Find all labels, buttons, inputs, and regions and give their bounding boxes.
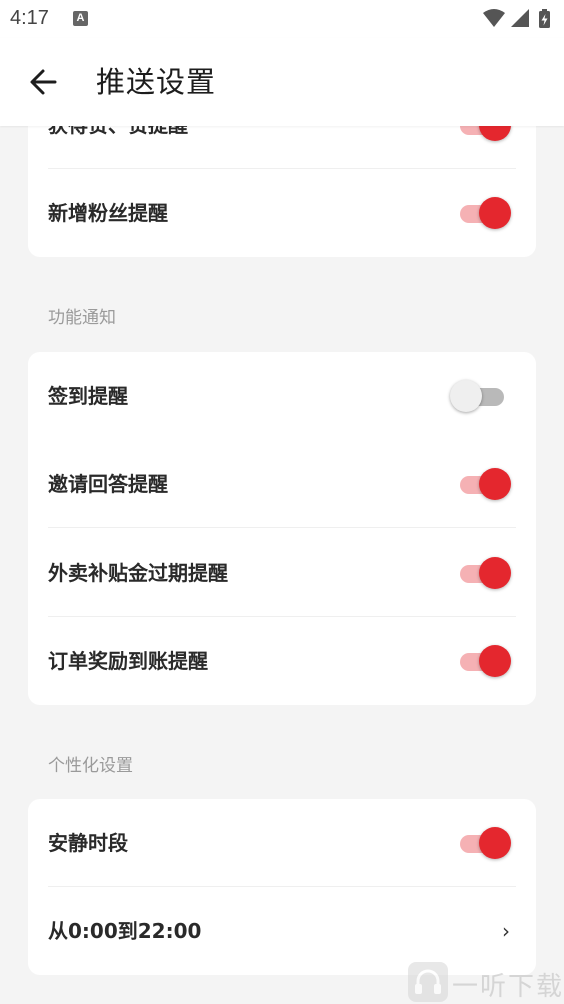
divider [48,527,516,528]
app-bar: 推送设置 [0,38,564,126]
toggle-thumb [479,645,511,677]
toggle-thumb [479,468,511,500]
setting-label: 邀请回答提醒 [48,472,168,496]
arrow-left-icon [30,69,57,95]
quiet-hours-toggle[interactable] [460,827,512,859]
setting-label: 订单奖励到账提醒 [48,649,208,673]
status-time: 4:17 [10,7,49,29]
setting-row-new-followers: 新增粉丝提醒 [28,169,536,257]
toggle-thumb [479,197,511,229]
setting-row-quiet-hours: 安静时段 [28,799,536,887]
setting-label: 安静时段 [48,831,128,855]
settings-card-features: 签到提醒 邀请回答提醒 外卖补贴金过期提醒 订单奖励到账提醒 [28,352,536,705]
new-followers-toggle[interactable] [460,197,512,229]
page-title: 推送设置 [96,65,217,99]
order-reward-toggle[interactable] [460,645,512,677]
toggle-thumb [479,827,511,859]
watermark-text: 一听下载 [452,972,564,1002]
signal-icon [511,9,529,27]
wifi-icon [483,9,505,27]
headphones-logo-icon [408,962,448,1002]
section-title-personalization: 个性化设置 [48,756,133,776]
setting-label: 签到提醒 [48,384,128,408]
section-title-features: 功能通知 [48,308,116,328]
toggle-thumb [479,557,511,589]
setting-row-order-reward: 订单奖励到账提醒 [28,617,536,705]
status-icons [483,9,550,28]
settings-card-personalization: 安静时段 从0:00到22:00 › [28,799,536,975]
setting-row-invite-answer: 邀请回答提醒 [28,440,536,528]
setting-row-subsidy-expire: 外卖补贴金过期提醒 [28,529,536,617]
notification-badge-icon: A [73,11,88,26]
invite-answer-toggle[interactable] [460,468,512,500]
setting-label: 外卖补贴金过期提醒 [48,561,228,585]
quiet-time-range-label: 从0:00到22:00 [48,919,202,943]
toggle-thumb [450,380,482,412]
checkin-toggle[interactable] [448,380,504,412]
watermark: 一听下载 [404,960,564,1004]
status-bar: 4:17 A [0,0,564,38]
back-button[interactable] [24,62,64,102]
setting-label: 新增粉丝提醒 [48,201,168,225]
subsidy-expire-toggle[interactable] [460,557,512,589]
setting-row-checkin: 签到提醒 [28,352,536,440]
battery-charging-icon [539,9,550,28]
